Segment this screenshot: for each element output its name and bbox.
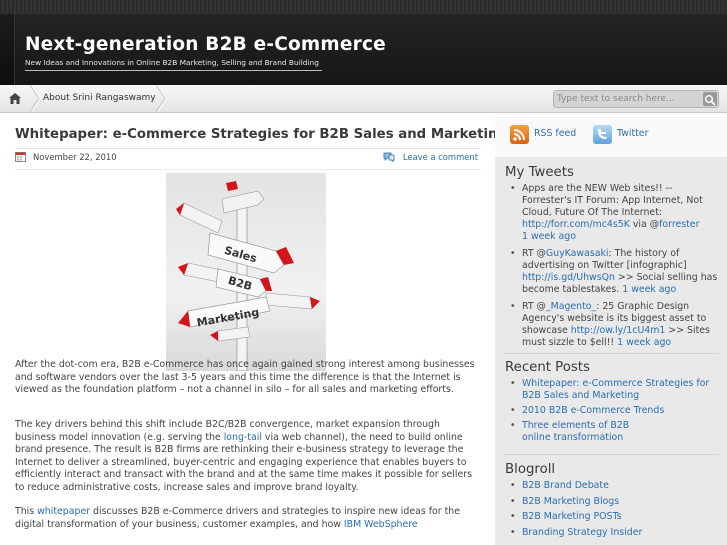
post-date: November 22, 2010 [33, 152, 117, 162]
blogroll-list: B2B Brand Debate B2B Marketing Blogs B2B… [508, 480, 720, 539]
tweet-mention[interactable]: GuyKawasaki [546, 248, 609, 259]
rss-feed-link[interactable]: RSS feed [534, 128, 576, 139]
search-box [553, 90, 719, 108]
signpost-image[interactable]: Sales B2B Marketing [166, 173, 326, 371]
divider [503, 353, 719, 354]
tweet-time[interactable]: 1 week ago [522, 231, 576, 242]
long-tail-link[interactable]: long-tail [224, 432, 262, 443]
ibm-websphere-link[interactable]: IBM WebSphere [344, 519, 418, 530]
blogroll-link[interactable]: Branding Strategy Insider [522, 527, 642, 538]
tweet-time[interactable]: 1 week ago [622, 284, 676, 295]
divider [15, 148, 481, 149]
calendar-icon [15, 152, 26, 162]
blogroll-item: B2B Brand Debate [508, 480, 720, 492]
tweet-item: Apps are the NEW Web sites!! -- Forreste… [508, 183, 720, 243]
tweet-item: RT @GuyKawasaki: The history of advertis… [508, 248, 720, 296]
recent-post-item: Whitepaper: e-Commerce Strategies for B2… [508, 378, 720, 402]
tweet-item: RT @_Magento_: 25 Graphic Design Agency'… [508, 301, 720, 349]
search-icon [705, 95, 716, 106]
tweet-link[interactable]: http://is.gd/UhwsQn [522, 272, 615, 283]
sidebar: RSS feed Twitter My Tweets Apps are the … [495, 113, 727, 545]
tweet-time[interactable]: 1 week ago [617, 337, 671, 348]
blogroll-item: Branding Strategy Insider [508, 527, 720, 539]
tweet-mention[interactable]: forrester [659, 219, 699, 230]
rss-icon[interactable] [510, 125, 529, 144]
nav-item-about[interactable]: About Srini Rangaswamy [43, 93, 156, 103]
site-description: New Ideas and Innovations in Online B2B … [25, 58, 319, 67]
tweet-text: RT @ [522, 248, 546, 259]
widget-title-blogroll: Blogroll [505, 462, 556, 477]
tweets-list: Apps are the NEW Web sites!! -- Forreste… [508, 183, 720, 349]
tweet-link[interactable]: http://forr.com/mc4s5K [522, 219, 630, 230]
text: This [15, 506, 38, 517]
post-paragraph: After the dot-com era, B2B e-Commerce ha… [15, 359, 475, 396]
top-texture-strip [0, 0, 727, 14]
feed-links: RSS feed Twitter [495, 113, 727, 157]
blogroll-item: B2B Marketing POSTs [508, 511, 720, 523]
post-meta: November 22, 2010 Leave a comment [15, 150, 481, 168]
nav-separator [156, 85, 168, 112]
whitepaper-link[interactable]: whitepaper [37, 506, 90, 517]
widget-title-tweets: My Tweets [505, 165, 574, 180]
post-paragraph: The key drivers behind this shift includ… [15, 419, 481, 495]
tweet-text: RT @ [522, 301, 546, 312]
tweet-link[interactable]: http://ow.ly/1cU4m1 [571, 325, 666, 336]
blogroll-link[interactable]: B2B Brand Debate [522, 480, 609, 491]
nav-bar: About Srini Rangaswamy [0, 85, 727, 113]
divider [15, 169, 481, 170]
header-panel: Next-generation B2B e-Commerce New Ideas… [14, 14, 727, 85]
recent-post-link[interactable]: 2010 B2B e-Commerce Trends [522, 405, 664, 416]
tweet-mention[interactable]: _Magento_ [546, 301, 596, 312]
twitter-icon[interactable] [593, 125, 612, 144]
title-underline [25, 70, 322, 71]
search-input[interactable] [557, 92, 697, 106]
twitter-link[interactable]: Twitter [617, 128, 648, 139]
tweet-text: Apps are the NEW Web sites!! -- Forreste… [522, 183, 703, 218]
post-paragraph: This whitepaper discusses B2B e-Commerce… [15, 506, 481, 531]
site-title[interactable]: Next-generation B2B e-Commerce [25, 34, 386, 55]
recent-post-link[interactable]: Whitepaper: e-Commerce Strategies for B2… [522, 378, 709, 401]
divider [503, 454, 719, 455]
nav-separator [30, 85, 42, 112]
blogroll-item: B2B Marketing Blogs [508, 496, 720, 508]
recent-post-item: Three elements of B2B online transformat… [508, 420, 637, 444]
post-title[interactable]: Whitepaper: e-Commerce Strategies for B2… [15, 127, 507, 142]
signpost-illustration: Sales B2B Marketing [176, 181, 320, 371]
recent-post-link[interactable]: Three elements of B2B online transformat… [522, 420, 629, 443]
tweet-text: via @ [629, 219, 660, 230]
site-header: Next-generation B2B e-Commerce New Ideas… [0, 14, 727, 85]
home-icon [9, 93, 21, 104]
recent-posts-list: Whitepaper: e-Commerce Strategies for B2… [508, 378, 720, 444]
main-content: Whitepaper: e-Commerce Strategies for B2… [0, 113, 507, 545]
comment-icon [383, 152, 395, 162]
leave-comment-link[interactable]: Leave a comment [403, 152, 478, 162]
home-button[interactable] [0, 85, 32, 112]
blogroll-link[interactable]: B2B Marketing Blogs [522, 496, 619, 507]
recent-post-item: 2010 B2B e-Commerce Trends [508, 405, 720, 417]
blogroll-link[interactable]: B2B Marketing POSTs [522, 511, 622, 522]
search-button[interactable] [703, 92, 717, 106]
widget-title-recent-posts: Recent Posts [505, 360, 590, 375]
